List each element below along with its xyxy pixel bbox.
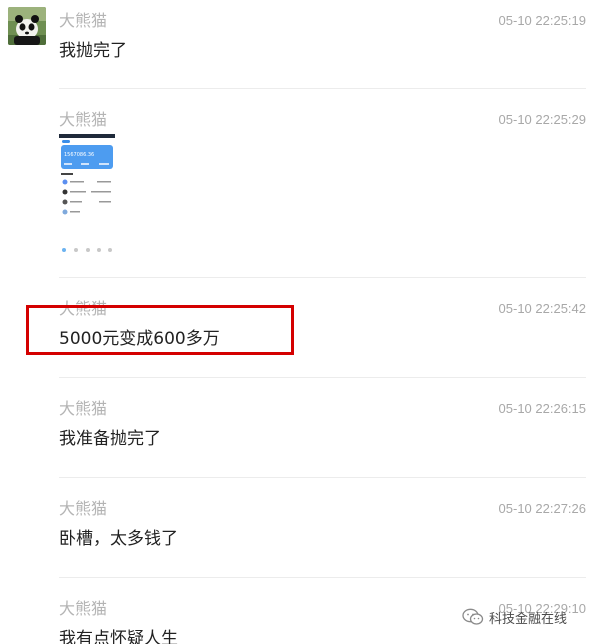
- sender-name: 大熊猫: [59, 110, 108, 129]
- message-divider: [59, 577, 586, 578]
- message-text[interactable]: 卧槽，太多钱了: [59, 528, 178, 550]
- message-time: 05-10 22:25:29: [498, 112, 586, 127]
- message-divider: [59, 88, 586, 89]
- avatar[interactable]: [8, 7, 46, 45]
- chat-message: 大熊猫 05-10 22:25:19 我抛完了: [59, 11, 586, 71]
- sender-name: 大熊猫: [59, 11, 108, 30]
- chat-history: 大熊猫 05-10 22:25:19 我抛完了 大熊猫 05-10 22:25:…: [0, 0, 591, 644]
- sender-name: 大熊猫: [59, 399, 108, 418]
- message-time: 05-10 22:26:15: [498, 401, 586, 416]
- message-time: 05-10 22:25:42: [498, 301, 586, 316]
- watermark: 科技金融在线: [462, 606, 567, 628]
- message-time: 05-10 22:25:19: [498, 13, 586, 28]
- highlight-box: [26, 305, 294, 355]
- message-image-thumbnail[interactable]: 1567086.36: [59, 134, 115, 256]
- chat-message: 大熊猫 05-10 22:26:15 我准备抛完了: [59, 399, 586, 459]
- message-divider: [59, 377, 586, 378]
- panda-avatar-icon: [8, 7, 46, 45]
- message-text[interactable]: 我准备抛完了: [59, 428, 161, 450]
- chat-message: 大熊猫 05-10 22:25:29 1567086.36: [59, 110, 586, 260]
- app-screenshot-icon: 1567086.36: [59, 134, 115, 256]
- message-divider: [59, 277, 586, 278]
- watermark-text: 科技金融在线: [489, 611, 568, 627]
- message-text[interactable]: 我抛完了: [59, 40, 127, 62]
- message-time: 05-10 22:27:26: [498, 501, 586, 516]
- message-divider: [59, 477, 586, 478]
- balance-amount: 1567086.36: [64, 152, 94, 158]
- chat-message: 大熊猫 05-10 22:27:26 卧槽，太多钱了: [59, 499, 586, 559]
- wechat-icon: [462, 608, 484, 625]
- message-text[interactable]: 我有点怀疑人生: [59, 628, 178, 644]
- sender-name: 大熊猫: [59, 499, 108, 518]
- sender-name: 大熊猫: [59, 599, 108, 618]
